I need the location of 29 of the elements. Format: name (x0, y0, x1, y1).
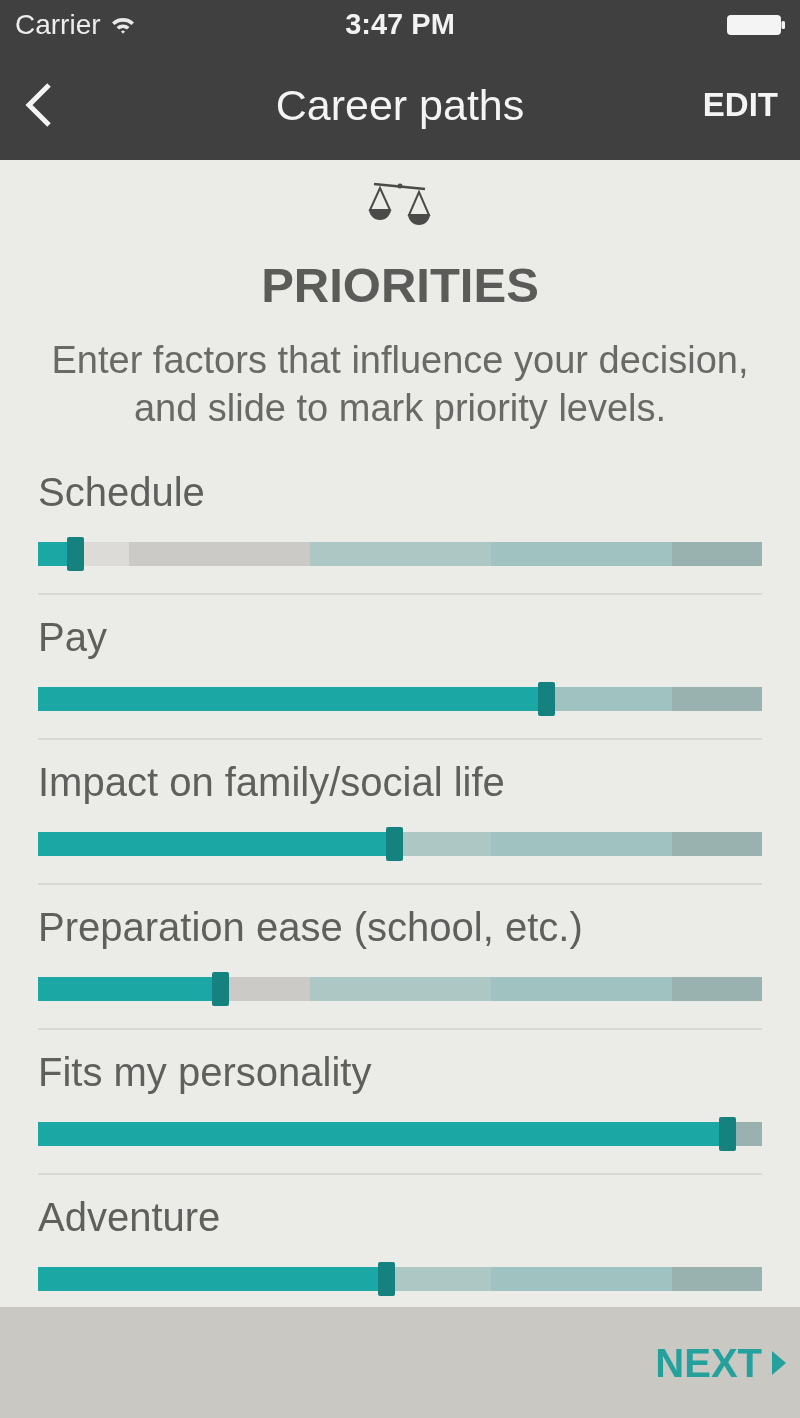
back-chevron-icon (23, 82, 53, 128)
slider-thumb[interactable] (385, 827, 403, 861)
slider-track[interactable] (38, 1117, 762, 1151)
slider-track[interactable] (38, 682, 762, 716)
priority-label: Fits my personality (38, 1050, 373, 1094)
slider-thumb[interactable] (211, 972, 229, 1006)
status-time: 3:47 PM (345, 7, 455, 43)
priority-label: Pay (38, 615, 108, 659)
slider-thumb[interactable] (378, 1262, 396, 1296)
balance-scale-icon (367, 180, 433, 226)
slider-track[interactable] (38, 537, 762, 571)
screen-title: Career paths (275, 79, 525, 131)
carrier-name: Carrier (15, 8, 101, 42)
edit-button[interactable]: EDIT (702, 80, 782, 130)
slider-track[interactable] (38, 972, 762, 1006)
slider-thumb[interactable] (66, 537, 84, 571)
priority-label: Preparation ease (school, etc.) (38, 905, 584, 949)
slider-track[interactable] (38, 1262, 762, 1296)
section-title: PRIORITIES (261, 257, 539, 313)
instructions-text: Enter factors that influence your decision, and slide to mark priority levels. (50, 338, 750, 431)
right-triangle-icon (772, 1350, 786, 1375)
slider-thumb[interactable] (718, 1117, 736, 1151)
wifi-icon (110, 16, 135, 34)
priority-label: Schedule (38, 470, 206, 514)
priority-label: Impact on family/social life (38, 760, 506, 804)
slider-thumb[interactable] (537, 682, 555, 716)
slider-track[interactable] (38, 827, 762, 861)
priority-label: Adventure (38, 1195, 222, 1239)
battery-icon (727, 15, 785, 35)
